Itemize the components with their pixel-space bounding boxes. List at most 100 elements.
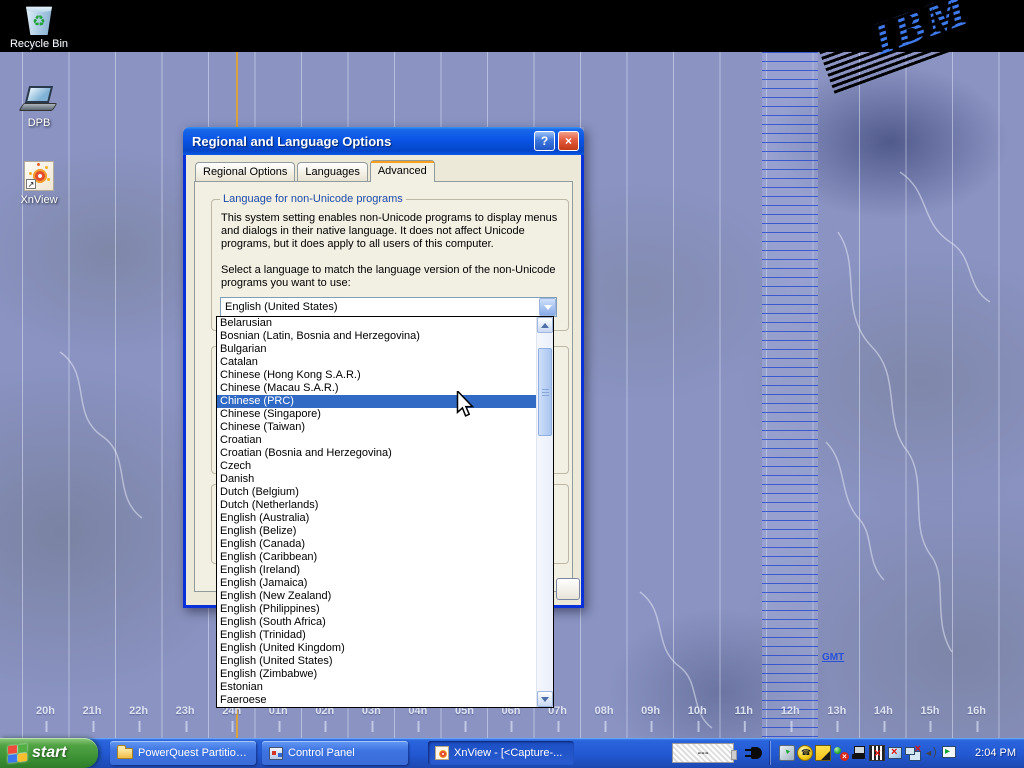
- language-option[interactable]: Bulgarian: [217, 343, 536, 356]
- language-option[interactable]: Bosnian (Latin, Bosnia and Herzegovina): [217, 330, 536, 343]
- antivirus-icon[interactable]: [815, 745, 831, 761]
- desktop-icon-recycle-bin[interactable]: ♻ Recycle Bin: [8, 5, 70, 50]
- volume-icon[interactable]: [923, 745, 939, 761]
- language-option[interactable]: English (United Kingdom): [217, 642, 536, 655]
- task-button-label: Control Panel: [288, 747, 355, 759]
- timezone-label: 23h: [176, 705, 195, 717]
- tray-divider: [770, 741, 771, 765]
- language-option[interactable]: English (New Zealand): [217, 590, 536, 603]
- system-tray: [779, 745, 957, 761]
- language-combobox[interactable]: English (United States): [220, 297, 557, 317]
- recycle-bin-icon: ♻: [26, 5, 53, 35]
- task-button-powerquest-partition[interactable]: PowerQuest Partition...: [110, 741, 256, 765]
- taskbar-clock[interactable]: 2:04 PM: [975, 738, 1016, 768]
- timezone-label: 13h: [827, 705, 846, 717]
- recycle-symbol-icon: ♻: [26, 7, 53, 35]
- task-button-xnview-capture[interactable]: XnView - [<Capture-...: [428, 741, 574, 765]
- dialog-titlebar[interactable]: Regional and Language Options ? ×: [183, 127, 584, 155]
- language-option[interactable]: English (Jamaica): [217, 577, 536, 590]
- desktop: IBM GMT 20h21h22h23h24h01h02h03h04h05h06…: [0, 0, 1024, 768]
- timezone-label: 09h: [641, 705, 660, 717]
- desktop-icon-xnview[interactable]: XnView: [8, 161, 70, 206]
- language-option[interactable]: Chinese (Macau S.A.R.): [217, 382, 536, 395]
- timezone-label: 12h: [781, 705, 800, 717]
- status-ball-icon[interactable]: [797, 745, 813, 761]
- language-option[interactable]: Faeroese: [217, 694, 536, 707]
- select-language-instruction: Select a language to match the language …: [221, 264, 571, 290]
- task-button-label: XnView - [<Capture-...: [454, 747, 562, 759]
- battery-meter[interactable]: ---: [672, 743, 734, 763]
- timezone-label: 11h: [735, 705, 753, 717]
- control-panel-icon: [269, 747, 283, 760]
- language-option[interactable]: Estonian: [217, 681, 536, 694]
- combobox-value: English (United States): [221, 301, 539, 313]
- laptop-base: [19, 103, 58, 111]
- battery-meter-label: ---: [698, 747, 709, 759]
- top-black-band: IBM: [0, 0, 1024, 52]
- language-option[interactable]: English (United States): [217, 655, 536, 668]
- help-button[interactable]: ?: [534, 131, 555, 151]
- language-option[interactable]: English (Australia): [217, 512, 536, 525]
- language-option[interactable]: English (Ireland): [217, 564, 536, 577]
- timezone-label: 16h: [967, 705, 986, 717]
- laptop-screen: [25, 86, 53, 103]
- display-settings-icon[interactable]: [941, 745, 957, 761]
- timezone-label: 15h: [920, 705, 939, 717]
- network-status-icon[interactable]: [833, 745, 849, 761]
- language-option[interactable]: Croatian: [217, 434, 536, 447]
- combobox-dropdown-button[interactable]: [539, 298, 556, 316]
- remove-hardware-icon[interactable]: [779, 745, 795, 761]
- scrollbar-thumb[interactable]: [538, 348, 552, 436]
- tab-regional-options[interactable]: Regional Options: [195, 162, 295, 181]
- language-option[interactable]: Chinese (Singapore): [217, 408, 536, 421]
- language-option[interactable]: Croatian (Bosnia and Herzegovina): [217, 447, 536, 460]
- timezone-label: 21h: [83, 705, 102, 717]
- network-error-icon[interactable]: [905, 745, 921, 761]
- close-button[interactable]: ×: [558, 131, 579, 151]
- tab-strip: Regional OptionsLanguagesAdvanced: [195, 162, 437, 181]
- scroll-down-button[interactable]: [537, 691, 553, 707]
- tab-advanced[interactable]: Advanced: [370, 160, 435, 182]
- desktop-icon-label: XnView: [8, 194, 70, 206]
- start-button[interactable]: start: [0, 738, 98, 768]
- xnview-mini: [435, 746, 449, 760]
- language-option[interactable]: Chinese (PRC): [217, 395, 536, 408]
- gmt-meridian-band: [762, 52, 818, 738]
- display-error-icon[interactable]: [887, 745, 903, 761]
- scroll-up-button[interactable]: [537, 317, 553, 333]
- language-option[interactable]: Czech: [217, 460, 536, 473]
- task-button-label: PowerQuest Partition...: [138, 747, 249, 759]
- language-option[interactable]: English (Philippines): [217, 603, 536, 616]
- language-option[interactable]: English (Caribbean): [217, 551, 536, 564]
- language-option[interactable]: Catalan: [217, 356, 536, 369]
- list-scrollbar[interactable]: [536, 317, 553, 707]
- language-option[interactable]: Belarusian: [217, 317, 536, 330]
- timezone-label: 10h: [688, 705, 707, 717]
- tab-languages[interactable]: Languages: [297, 162, 367, 181]
- ac-power-plug-icon[interactable]: [744, 745, 766, 761]
- chevron-up-icon: [541, 323, 549, 328]
- laptop-icon: [20, 86, 58, 114]
- task-button-control-panel[interactable]: Control Panel: [262, 741, 408, 765]
- non-unicode-description: This system setting enables non-Unicode …: [221, 212, 571, 251]
- language-option[interactable]: English (Zimbabwe): [217, 668, 536, 681]
- desktop-icon-dpb[interactable]: DPB: [8, 86, 70, 129]
- language-option[interactable]: Chinese (Taiwan): [217, 421, 536, 434]
- chevron-down-icon: [541, 697, 549, 702]
- language-option[interactable]: Danish: [217, 473, 536, 486]
- folder-icon: [117, 748, 133, 759]
- signal-error-icon[interactable]: [869, 745, 885, 761]
- language-option[interactable]: English (Canada): [217, 538, 536, 551]
- dialog-title: Regional and Language Options: [192, 134, 531, 149]
- dock-station-icon[interactable]: [851, 745, 867, 761]
- groupbox-heading: Language for non-Unicode programs: [220, 193, 406, 205]
- language-option[interactable]: Dutch (Belgium): [217, 486, 536, 499]
- language-option[interactable]: Chinese (Hong Kong S.A.R.): [217, 369, 536, 382]
- windows-flag-icon: [8, 744, 27, 763]
- apply-button-partial[interactable]: [556, 578, 580, 600]
- language-option[interactable]: Dutch (Netherlands): [217, 499, 536, 512]
- start-button-label: start: [32, 744, 67, 762]
- language-option[interactable]: English (South Africa): [217, 616, 536, 629]
- language-option[interactable]: English (Trinidad): [217, 629, 536, 642]
- language-option[interactable]: English (Belize): [217, 525, 536, 538]
